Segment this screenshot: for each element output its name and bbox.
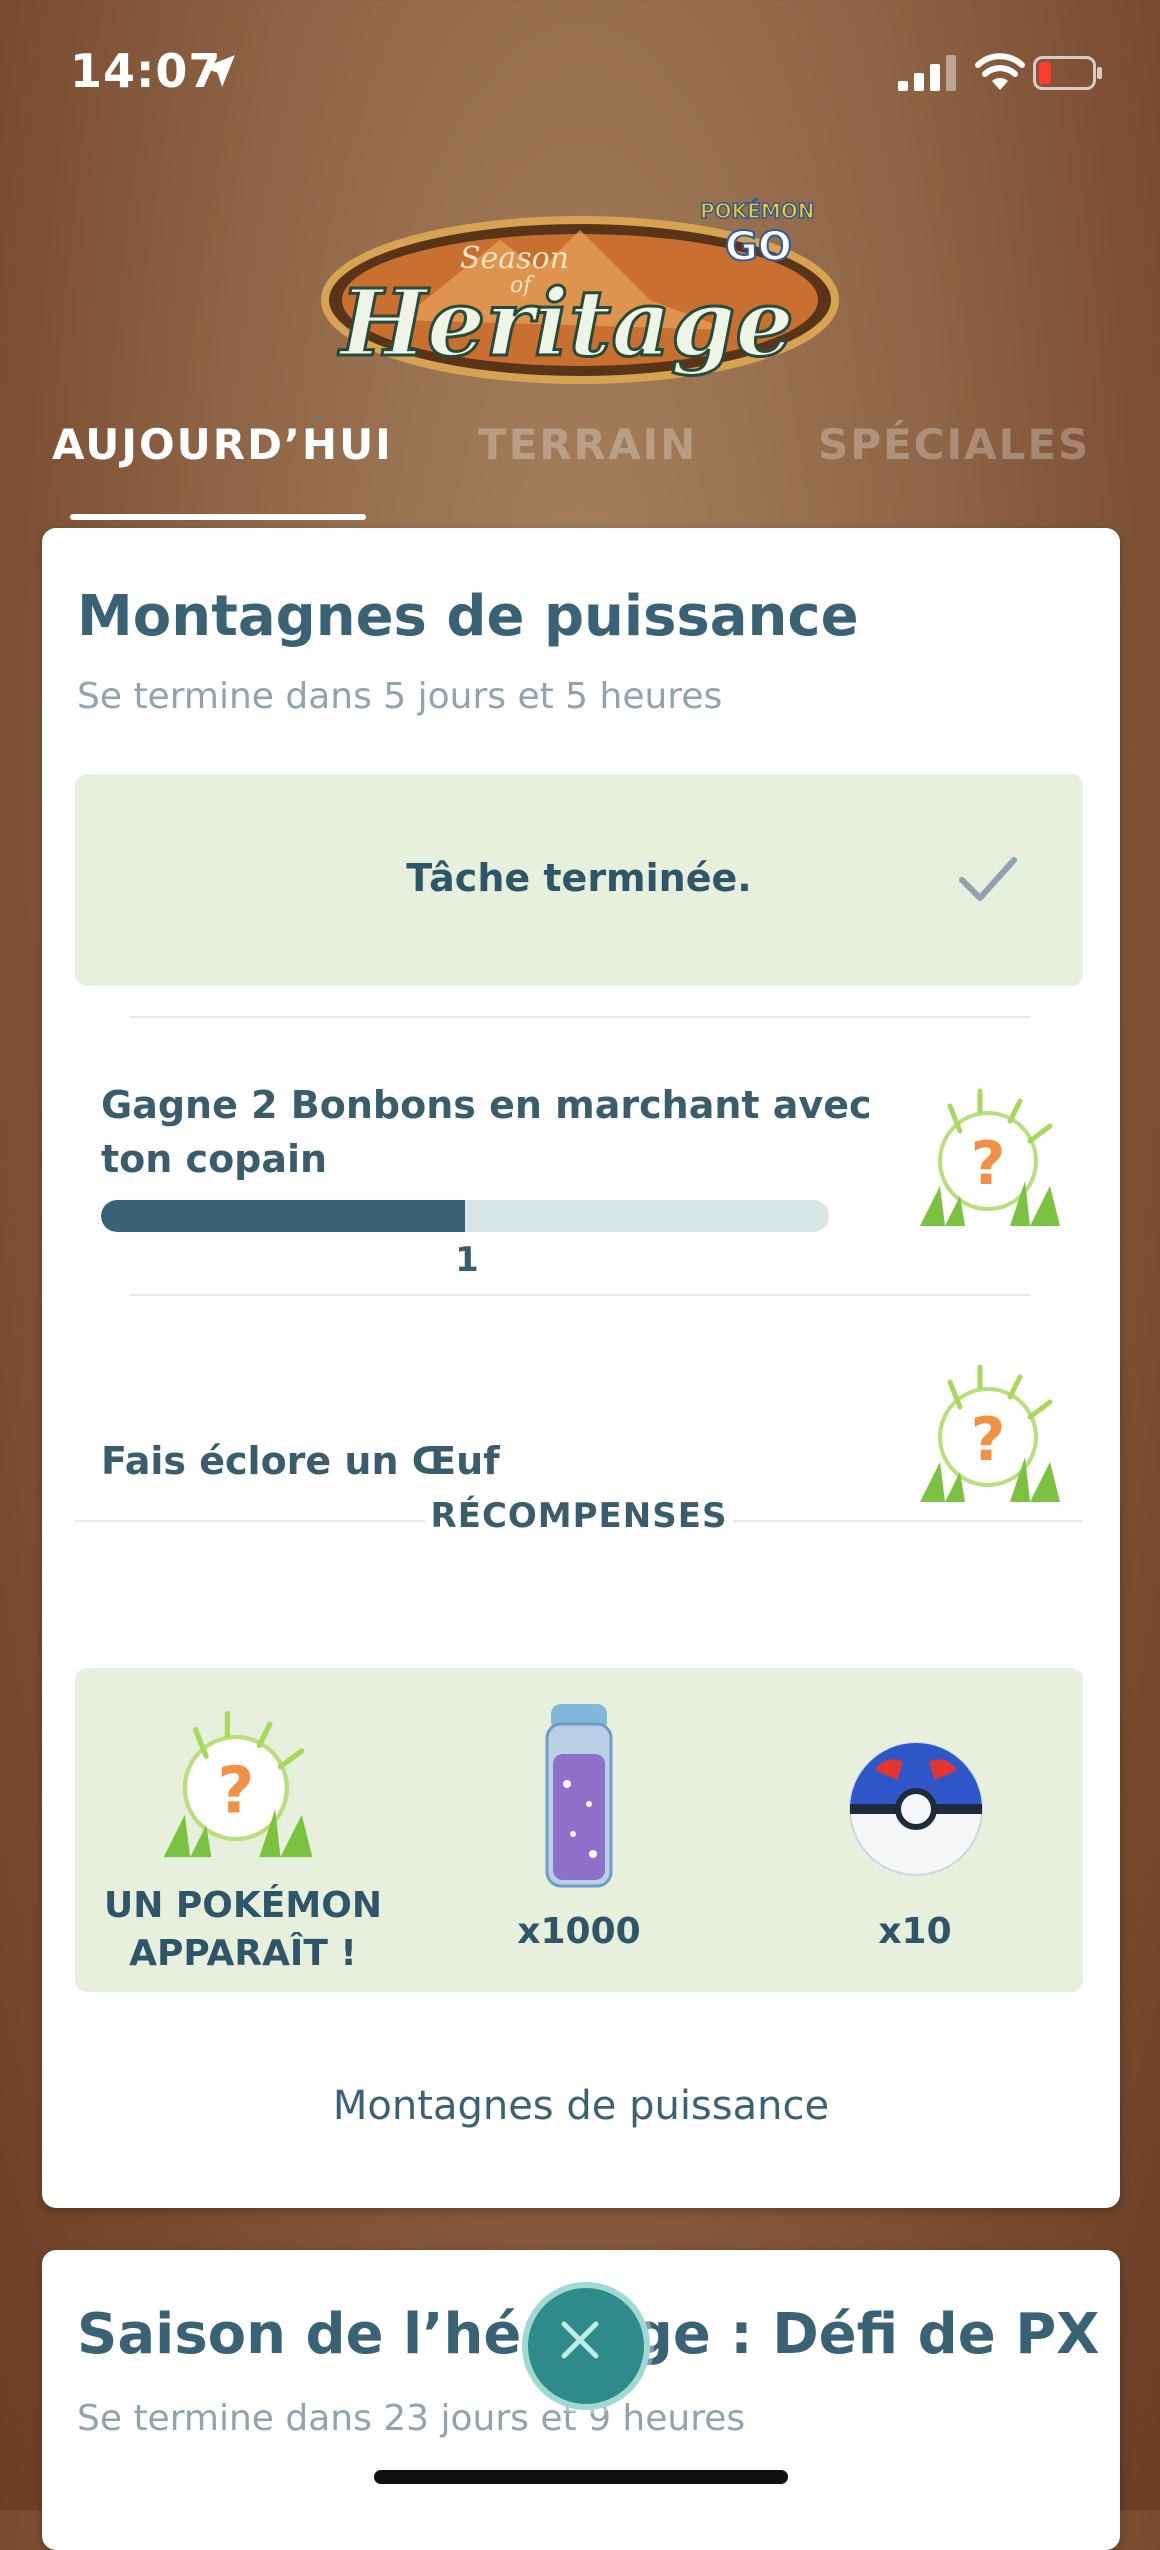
reward-stardust: x1000 [411,1668,747,1992]
location-arrow-icon [203,55,235,87]
svg-text:?: ? [217,1754,254,1828]
cellular-signal-icon [898,55,956,91]
mystery-encounter-icon: ? [163,1710,313,1858]
task-text-line: Gagne 2 Bonbons en marchant avec [101,1083,872,1127]
svg-text:POKÉMON: POKÉMON [700,199,814,223]
task-hatch-egg: Fais éclore un Œuf [101,1434,500,1488]
reward-label-line: APPARAÎT ! [129,1933,357,1974]
svg-text:?: ? [971,1129,1006,1199]
task-text-line: Fais éclore un Œuf [101,1439,500,1483]
battery-low-icon [1033,56,1102,90]
svg-text:?: ? [971,1405,1006,1475]
tab-special[interactable]: SPÉCIALES [818,420,1090,469]
research-title: Montagnes de puissance [77,584,859,649]
mystery-encounter-icon: ? [920,1364,1060,1502]
divider [130,1016,1030,1018]
tab-today[interactable]: AUJOURD’HUI [52,420,393,469]
home-indicator[interactable] [374,2470,788,2484]
divider [130,1294,1030,1296]
reward-label: x10 [878,1911,952,1952]
rewards-header: RÉCOMPENSES [75,1496,1083,1546]
research-tabs: AUJOURD’HUI TERRAIN SPÉCIALES [0,420,1160,530]
task-progress-bar [101,1200,829,1232]
reward-encounter: ? UN POKÉMON APPARAÎT ! [75,1668,411,1992]
season-of-heritage-logo: Season of Heritage POKÉMON GO [310,180,850,420]
reward-label: UN POKÉMON APPARAÎT ! [75,1882,411,1978]
wifi-icon [975,53,1025,90]
reward-great-ball: x10 [747,1668,1083,1992]
research-subtitle: Se termine dans 5 jours et 5 heures [77,676,723,717]
rewards-panel: ? UN POKÉMON APPARAÎT ! x1000 x10 [75,1668,1083,1992]
rewards-header-label: RÉCOMPENSES [430,1496,728,1536]
task-progress-count: 1 [455,1240,479,1280]
task-text-line: ton copain [101,1137,328,1181]
task-walk-buddy: Gagne 2 Bonbons en marchant avec ton cop… [101,1078,872,1186]
active-tab-indicator [70,514,366,520]
completed-task: Tâche terminée. [75,774,1083,986]
research-card[interactable]: Montagnes de puissance Se termine dans 5… [42,528,1120,2208]
svg-text:GO: GO [725,224,792,270]
tab-field[interactable]: TERRAIN [478,420,697,469]
completed-task-label: Tâche terminée. [406,856,752,900]
reward-label: x1000 [517,1911,641,1952]
close-button[interactable] [522,2282,650,2410]
mystery-encounter-icon: ? [920,1088,1060,1226]
reward-label-line: UN POKÉMON [104,1885,382,1926]
research-footer-link[interactable]: Montagnes de puissance [42,2083,1120,2129]
checkmark-icon [959,857,1017,901]
svg-text:Heritage: Heritage [337,269,794,377]
status-time: 14:07 [70,44,222,98]
great-ball-icon [849,1742,983,1876]
stardust-icon [545,1704,613,1888]
task-progress-fill [101,1200,465,1232]
status-bar: 14:07 [0,0,1160,150]
research-subtitle: Se termine dans 23 jours et 9 heures [77,2398,746,2439]
close-icon [561,2321,599,2359]
